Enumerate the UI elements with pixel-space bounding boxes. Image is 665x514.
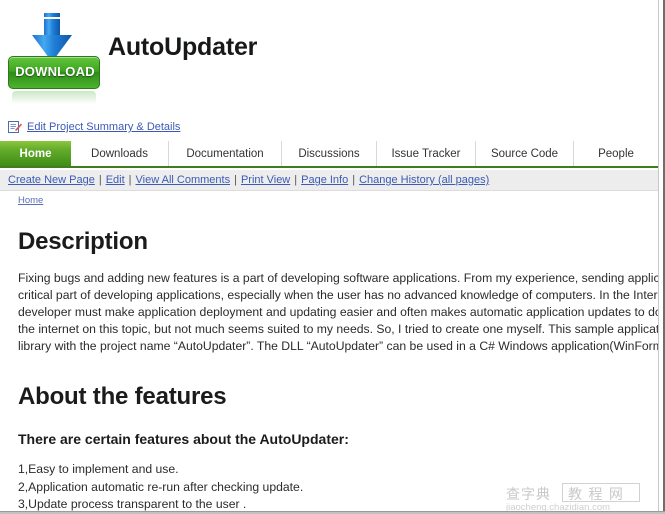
tab-discussions-label: Discussions: [298, 147, 360, 160]
action-link-print-view[interactable]: Print View: [241, 174, 290, 186]
description-paragraph: Fixing bugs and adding new features is a…: [18, 271, 658, 353]
list-item: 1,Easy to implement and use.: [18, 462, 179, 476]
features-subheading: There are certain features about the Aut…: [18, 431, 349, 447]
page-title: AutoUpdater: [108, 33, 258, 61]
tab-source-code-label: Source Code: [490, 147, 559, 160]
page-content-area: DOWNLOAD AutoUpdater Edit Project Summar…: [0, 0, 658, 514]
edit-project-summary-link[interactable]: Edit Project Summary & Details: [27, 121, 180, 133]
action-link-edit[interactable]: Edit: [106, 174, 125, 186]
tab-discussions[interactable]: Discussions: [282, 141, 377, 166]
action-separator: |: [234, 174, 237, 186]
tab-home-label: Home: [19, 147, 52, 160]
features-list: 1,Easy to implement and use. 2,Applicati…: [18, 461, 658, 514]
action-separator: |: [128, 174, 132, 186]
edit-project-summary-row[interactable]: Edit Project Summary & Details: [8, 119, 180, 135]
download-button-shape: DOWNLOAD: [8, 56, 100, 89]
features-heading: About the features: [18, 383, 227, 410]
action-separator: |: [98, 174, 102, 186]
download-button-label: DOWNLOAD: [15, 64, 95, 79]
tab-documentation-label: Documentation: [186, 147, 264, 160]
action-link-view-all-comments[interactable]: View All Comments: [136, 174, 231, 186]
browser-page: DOWNLOAD AutoUpdater Edit Project Summar…: [0, 0, 665, 514]
breadcrumb-item-home[interactable]: Home: [18, 195, 43, 206]
wiki-content: Description Fixing bugs and adding new f…: [0, 212, 658, 514]
action-link-create-new-page[interactable]: Create New Page: [8, 174, 95, 186]
tab-issue-tracker[interactable]: Issue Tracker: [377, 141, 476, 166]
project-header: DOWNLOAD AutoUpdater: [0, 0, 658, 112]
description-heading: Description: [18, 228, 148, 255]
tab-downloads-label: Downloads: [91, 147, 148, 160]
project-tabbar: Home Downloads Documentation Discussions…: [0, 141, 658, 168]
action-link-change-history[interactable]: Change History (all pages): [359, 174, 489, 186]
tab-source-code[interactable]: Source Code: [476, 141, 574, 166]
tab-people-label: People: [598, 147, 634, 160]
list-item: 2,Application automatic re-run after che…: [18, 479, 304, 494]
window-right-edge: [658, 0, 665, 514]
edit-page-pencil-icon: [8, 121, 22, 133]
tab-downloads[interactable]: Downloads: [71, 141, 169, 166]
page-action-links: Create New Page | Edit | View All Commen…: [0, 170, 658, 191]
logo-reflection: [12, 91, 96, 104]
tab-issue-tracker-label: Issue Tracker: [391, 147, 461, 160]
tab-people[interactable]: People: [574, 141, 658, 166]
action-separator: |: [294, 174, 298, 186]
breadcrumb: Home: [18, 195, 43, 206]
download-logo: DOWNLOAD: [6, 12, 101, 104]
tab-documentation[interactable]: Documentation: [169, 141, 282, 166]
action-link-page-info[interactable]: Page Info: [301, 174, 348, 186]
tab-home[interactable]: Home: [0, 141, 71, 166]
action-separator: |: [352, 174, 356, 186]
